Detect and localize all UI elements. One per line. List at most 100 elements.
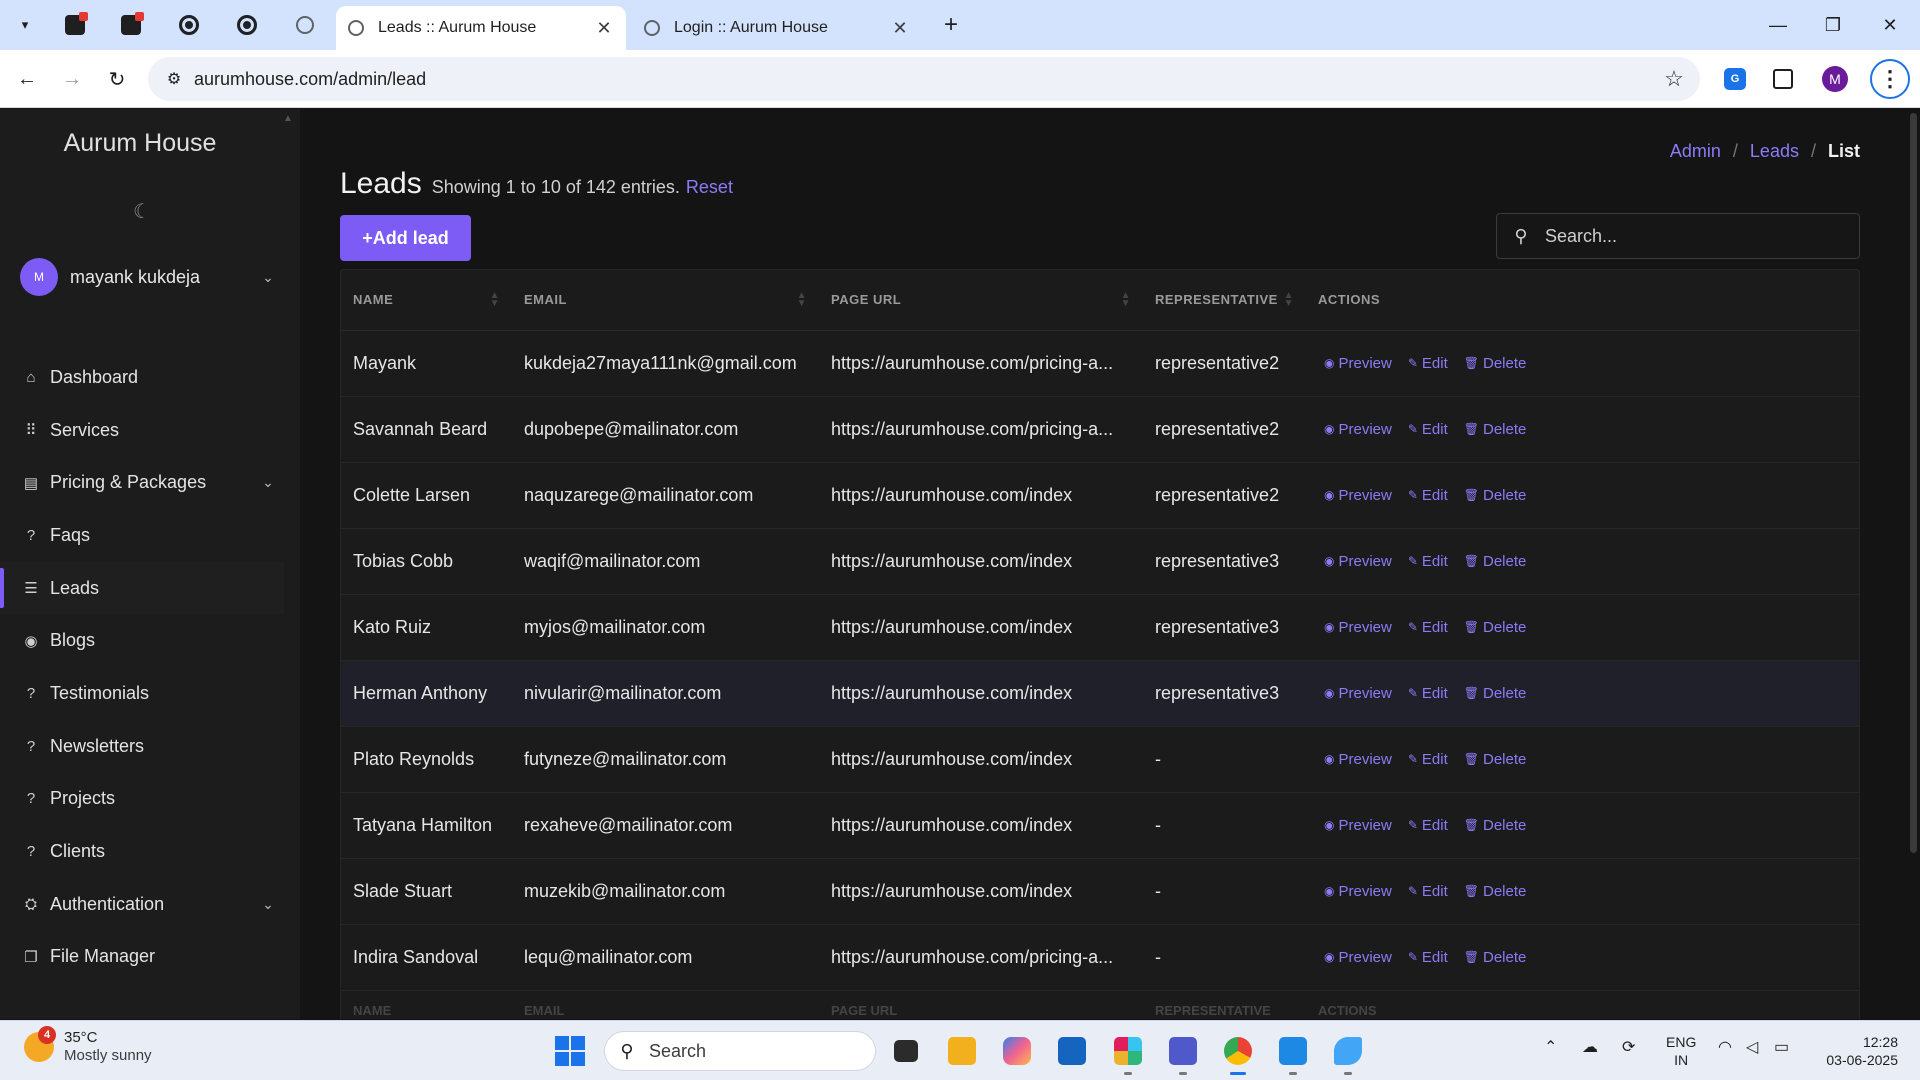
close-icon[interactable]: ✕	[594, 18, 614, 39]
preview-button[interactable]: ◉ Preview	[1324, 421, 1392, 438]
delete-button[interactable]: 🗑 Delete	[1464, 883, 1527, 900]
delete-button[interactable]: 🗑 Delete	[1464, 355, 1527, 372]
edit-button[interactable]: ✎ Edit	[1408, 751, 1448, 768]
edit-button[interactable]: ✎ Edit	[1408, 421, 1448, 438]
windows-start-icon[interactable]	[555, 1036, 585, 1066]
new-tab-button[interactable]: +	[937, 10, 965, 40]
preview-button[interactable]: ◉ Preview	[1324, 553, 1392, 570]
scrollbar-thumb[interactable]	[1910, 113, 1917, 853]
task-view-icon[interactable]	[888, 1033, 924, 1069]
edit-button[interactable]: ✎ Edit	[1408, 685, 1448, 702]
preview-button[interactable]: ◉ Preview	[1324, 685, 1392, 702]
delete-button[interactable]: 🗑 Delete	[1464, 487, 1527, 504]
delete-button[interactable]: 🗑 Delete	[1464, 421, 1527, 438]
add-lead-button[interactable]: +Add lead	[340, 215, 471, 261]
sidebar-item-file-manager[interactable]: ❐ File Manager	[0, 931, 300, 984]
browser-tab-active[interactable]: Leads :: Aurum House ✕	[336, 6, 626, 50]
chevron-up-icon[interactable]: ⌃	[1544, 1037, 1557, 1057]
chrome-icon[interactable]	[1220, 1033, 1256, 1075]
translate-extension-button[interactable]: G	[1720, 64, 1750, 94]
preview-button[interactable]: ◉ Preview	[1324, 619, 1392, 636]
edit-button[interactable]: ✎ Edit	[1408, 553, 1448, 570]
reset-link[interactable]: Reset	[686, 177, 733, 198]
slack-icon[interactable]	[1110, 1033, 1146, 1075]
breadcrumb-admin[interactable]: Admin	[1670, 141, 1721, 162]
page-scrollbar[interactable]	[1906, 109, 1920, 1019]
sidebar-item-projects[interactable]: ? Projects	[0, 773, 300, 826]
url-text[interactable]: aurumhouse.com/admin/lead	[194, 69, 1654, 90]
preview-button[interactable]: ◉ Preview	[1324, 817, 1392, 834]
bookmark-star-icon[interactable]: ☆	[1654, 66, 1694, 92]
user-menu[interactable]: M mayank kukdeja ⌄	[20, 255, 280, 299]
clock[interactable]: 12:28 03-06-2025	[1818, 1033, 1898, 1069]
sidebar-item-pricing-packages[interactable]: ▤ Pricing & Packages ⌄	[0, 456, 300, 509]
pinned-tab[interactable]	[230, 10, 264, 40]
onedrive-icon[interactable]: ☁	[1582, 1037, 1598, 1057]
edit-button[interactable]: ✎ Edit	[1408, 817, 1448, 834]
reload-button[interactable]: ↻	[102, 64, 132, 94]
pinned-tab[interactable]	[58, 10, 92, 40]
delete-button[interactable]: 🗑 Delete	[1464, 685, 1527, 702]
battery-icon[interactable]: ▭	[1774, 1037, 1789, 1057]
restore-button[interactable]: ❐	[1813, 10, 1853, 40]
weather-widget[interactable]: 4 35°C Mostly sunny	[24, 1026, 152, 1065]
sidebar-item-blogs[interactable]: ◉ Blogs	[0, 614, 300, 667]
teams-icon[interactable]	[1165, 1033, 1201, 1075]
profile-button[interactable]: M	[1820, 64, 1850, 94]
delete-button[interactable]: 🗑 Delete	[1464, 619, 1527, 636]
taskbar-search[interactable]: ⚲ Search	[604, 1031, 876, 1071]
site-info-icon[interactable]: ⚙	[154, 69, 194, 89]
edit-button[interactable]: ✎ Edit	[1408, 355, 1448, 372]
copilot-icon[interactable]	[999, 1033, 1035, 1069]
app-icon[interactable]	[1330, 1033, 1366, 1075]
delete-button[interactable]: 🗑 Delete	[1464, 751, 1527, 768]
browser-tab[interactable]: Login :: Aurum House ✕	[632, 6, 922, 50]
delete-button[interactable]: 🗑 Delete	[1464, 553, 1527, 570]
theme-toggle-moon-icon[interactable]: ☾	[128, 197, 156, 225]
store-icon[interactable]	[1054, 1033, 1090, 1069]
search-input[interactable]	[1545, 225, 1859, 247]
sync-icon[interactable]: ⟳	[1622, 1037, 1635, 1057]
file-explorer-icon[interactable]	[944, 1033, 980, 1069]
minimize-button[interactable]: —	[1758, 10, 1798, 40]
search-field[interactable]: ⚲	[1496, 213, 1860, 259]
vscode-icon[interactable]	[1275, 1033, 1311, 1075]
volume-icon[interactable]: ◁	[1746, 1037, 1758, 1057]
delete-button[interactable]: 🗑 Delete	[1464, 817, 1527, 834]
sidebar-item-authentication[interactable]: ⛭ Authentication ⌄	[0, 878, 300, 931]
scroll-up-arrow-icon[interactable]: ▲	[283, 113, 295, 127]
sidebar-item-testimonials[interactable]: ? Testimonials	[0, 667, 300, 720]
column-header-email[interactable]: EMAIL ▲ ▼	[512, 270, 819, 331]
pinned-tab[interactable]	[172, 10, 206, 40]
column-header-representative[interactable]: REPRESENTATIVE ▲ ▼	[1143, 270, 1306, 331]
edit-button[interactable]: ✎ Edit	[1408, 619, 1448, 636]
language-indicator[interactable]: ENG IN	[1666, 1033, 1696, 1069]
preview-button[interactable]: ◉ Preview	[1324, 751, 1392, 768]
tab-search-button[interactable]: ▾	[10, 10, 40, 40]
breadcrumb-leads[interactable]: Leads	[1750, 141, 1799, 162]
pinned-tab[interactable]	[288, 10, 322, 40]
address-bar[interactable]: ⚙ aurumhouse.com/admin/lead ☆	[148, 57, 1700, 101]
preview-button[interactable]: ◉ Preview	[1324, 949, 1392, 966]
chrome-menu-button[interactable]: ⋮	[1870, 59, 1910, 99]
sidebar-item-dashboard[interactable]: ⌂ Dashboard	[0, 351, 300, 404]
preview-button[interactable]: ◉ Preview	[1324, 883, 1392, 900]
delete-button[interactable]: 🗑 Delete	[1464, 949, 1527, 966]
edit-button[interactable]: ✎ Edit	[1408, 883, 1448, 900]
sidebar-item-services[interactable]: ⠿ Services	[0, 404, 300, 457]
sidebar-item-newsletters[interactable]: ? Newsletters	[0, 720, 300, 773]
close-window-button[interactable]: ✕	[1870, 10, 1910, 40]
back-button[interactable]: ←	[12, 64, 42, 94]
forward-button[interactable]: →	[57, 64, 87, 94]
brand-title[interactable]: Aurum House	[0, 129, 280, 158]
sidebar-item-leads[interactable]: ☰ Leads	[0, 561, 284, 615]
wifi-icon[interactable]: ◠	[1718, 1037, 1732, 1057]
column-header-name[interactable]: NAME ▲ ▼	[341, 270, 512, 331]
close-icon[interactable]: ✕	[890, 18, 910, 39]
sidebar-item-clients[interactable]: ? Clients	[0, 825, 300, 878]
sidebar-item-faqs[interactable]: ? Faqs	[0, 509, 300, 562]
preview-button[interactable]: ◉ Preview	[1324, 487, 1392, 504]
edit-button[interactable]: ✎ Edit	[1408, 949, 1448, 966]
extensions-button[interactable]	[1768, 64, 1798, 94]
pinned-tab[interactable]	[114, 10, 148, 40]
